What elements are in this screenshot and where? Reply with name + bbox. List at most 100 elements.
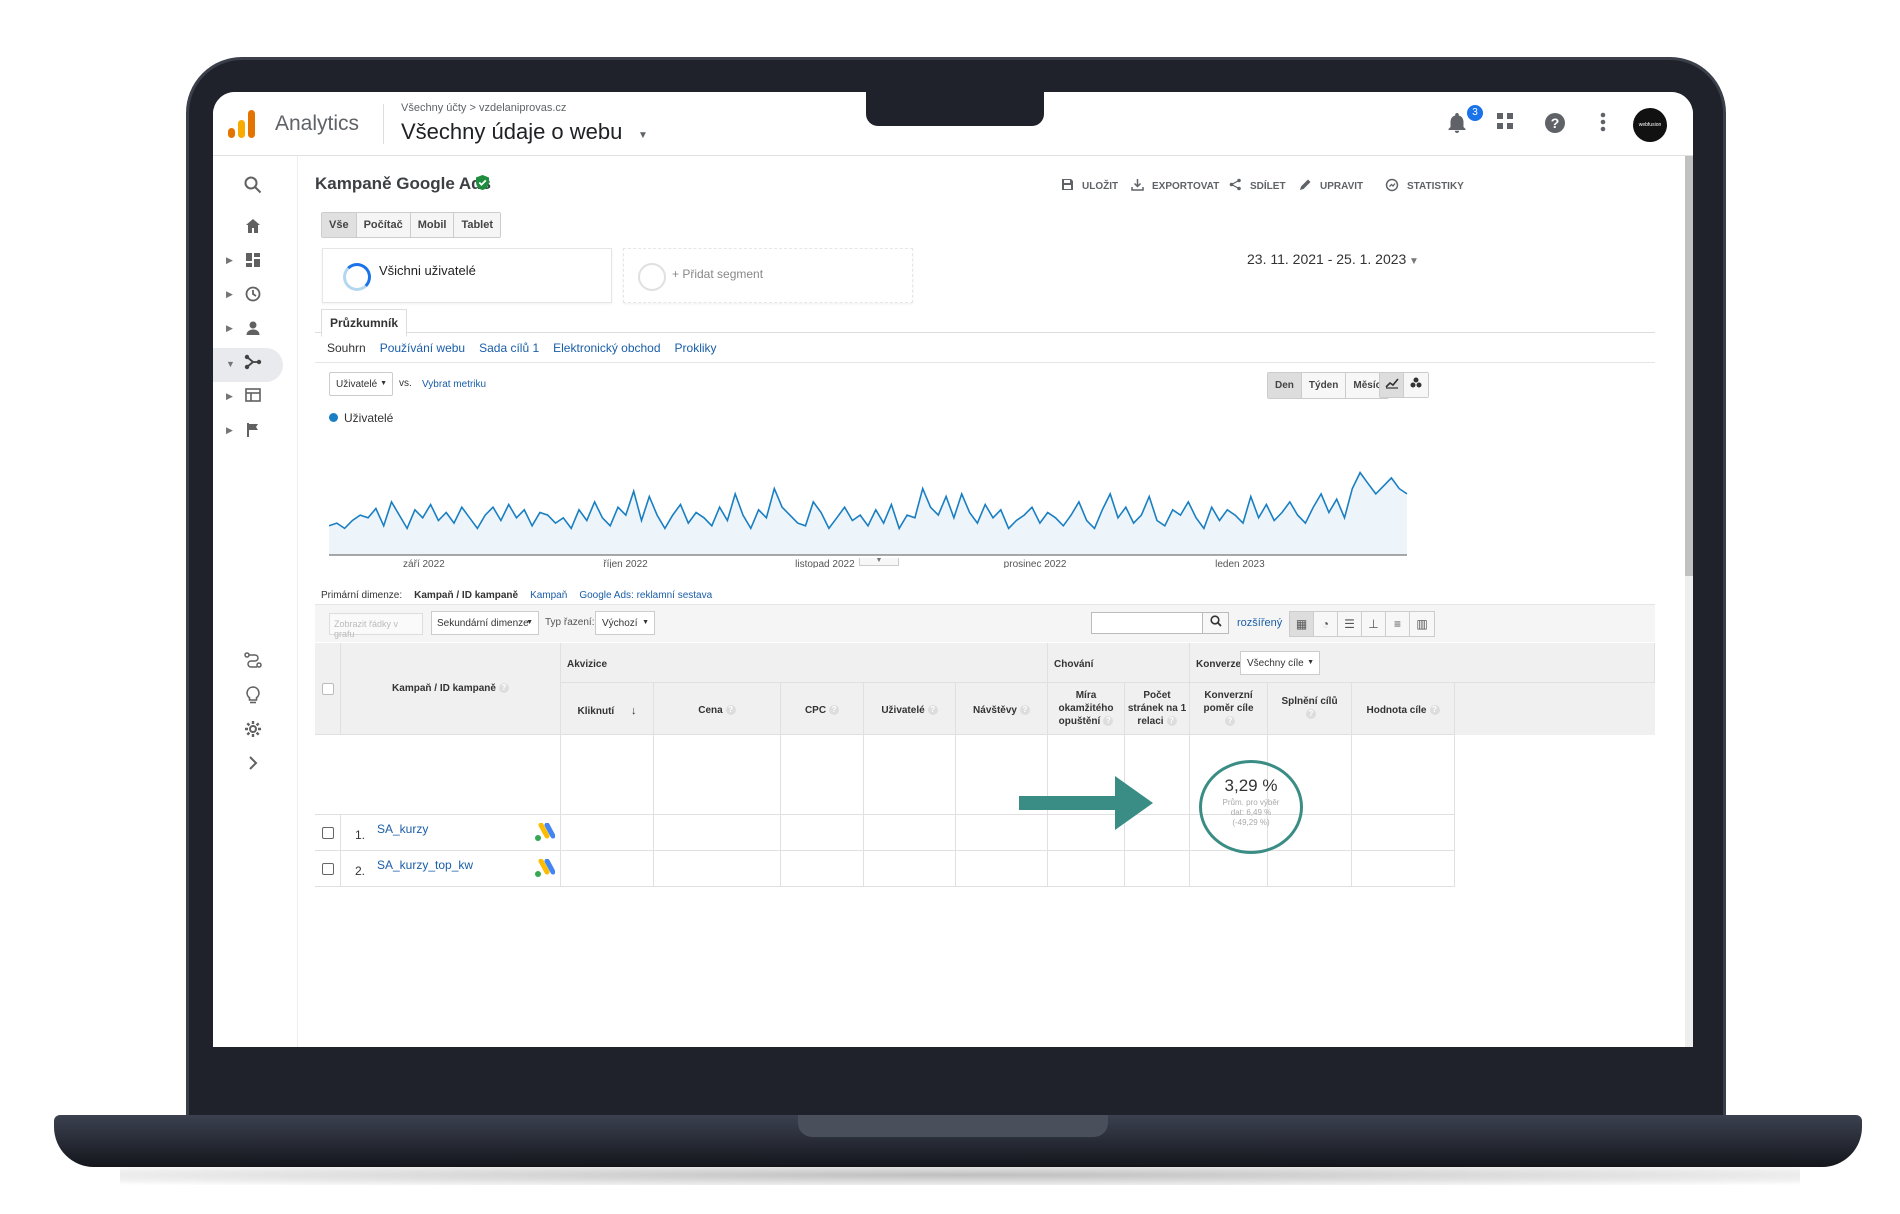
col-sessions-header[interactable]: Návštěvy? — [956, 683, 1048, 735]
add-segment-button[interactable]: + Přidat segment — [623, 248, 913, 303]
sort-type-select[interactable]: Výchozí ▼ — [595, 611, 655, 635]
subtab-clicks[interactable]: Prokliky — [675, 341, 717, 355]
performance-view-icon[interactable]: ☰ — [1338, 612, 1362, 636]
add-segment-label: + Přidat segment — [672, 267, 764, 281]
pivot-view-icon[interactable]: ▥ — [1410, 612, 1434, 636]
edit-button[interactable]: UPRAVIT — [1299, 178, 1363, 194]
comparison-view-icon[interactable]: ⊥ — [1362, 612, 1386, 636]
header-select-all[interactable] — [315, 643, 341, 735]
tab-explorer[interactable]: Průzkumník — [321, 309, 408, 337]
subtab-ecommerce[interactable]: Elektronický obchod — [553, 341, 660, 355]
help-icon[interactable]: ? — [1429, 705, 1440, 716]
caret-right-icon: ▶ — [226, 289, 233, 299]
campaign-link[interactable]: SA_kurzy_top_kw — [377, 858, 473, 872]
device-tab-tablet[interactable]: Tablet — [454, 213, 501, 237]
device-tab-mobile[interactable]: Mobil — [410, 213, 455, 237]
advanced-filter-link[interactable]: rozšířený — [1237, 617, 1282, 629]
sort-down-arrow-icon[interactable]: ↓ — [631, 705, 637, 717]
export-button[interactable]: EXPORTOVAT — [1131, 178, 1219, 194]
help-icon[interactable]: ? — [1543, 112, 1567, 136]
help-icon[interactable]: ? — [927, 705, 938, 716]
avatar[interactable]: webfusion — [1633, 108, 1667, 142]
segment-all-users[interactable]: Všichni uživatelé — [322, 248, 612, 303]
primary-dimension-ad-group[interactable]: Google Ads: reklamní sestava — [579, 590, 712, 601]
goal-select[interactable]: Všechny cíle ▼ — [1240, 651, 1320, 675]
subtab-site-usage[interactable]: Používání webu — [380, 341, 465, 355]
help-icon[interactable]: ? — [1306, 709, 1316, 720]
analytics-logo[interactable] — [228, 110, 256, 138]
primary-dimension-campaign[interactable]: Kampaň — [530, 590, 567, 601]
scrollbar[interactable] — [1685, 156, 1693, 1047]
col-users-header[interactable]: Uživatelé? — [864, 683, 956, 735]
help-icon[interactable]: ? — [1103, 716, 1114, 727]
rail-behavior[interactable]: ▶ — [213, 382, 298, 416]
table-view-icon[interactable]: ▦ — [1290, 612, 1314, 636]
rail-expand[interactable] — [213, 750, 298, 784]
breadcrumb[interactable]: Všechny účty > vzdelaniprovas.cz — [401, 102, 566, 114]
save-button[interactable]: ULOŽIT — [1061, 178, 1118, 194]
device-tab-all[interactable]: Vše — [322, 213, 357, 237]
rail-search[interactable] — [213, 170, 298, 204]
secondary-dimension-select[interactable]: Sekundární dimenze ▼ — [431, 611, 539, 635]
plot-rows-button[interactable]: Zobrazit řádky v grafu — [329, 613, 423, 639]
select-all-checkbox[interactable] — [322, 683, 334, 695]
pie-view-icon[interactable]: ◔ — [1314, 612, 1338, 636]
col-goal-value-header[interactable]: Hodnota cíle? — [1352, 683, 1455, 735]
rail-customization[interactable]: ▶ — [213, 246, 298, 280]
rail-attribution[interactable] — [213, 646, 298, 680]
line-chart-icon[interactable] — [1380, 373, 1404, 397]
insights-button[interactable]: STATISTIKY — [1385, 178, 1464, 195]
breadcrumb-account[interactable]: Všechny účty — [401, 102, 466, 114]
rail-home[interactable] — [213, 212, 298, 246]
date-range-picker[interactable]: 23. 11. 2021 - 25. 1. 2023 — [1247, 251, 1406, 267]
row-checkbox[interactable] — [322, 863, 334, 875]
more-vert-icon[interactable] — [1591, 112, 1615, 136]
motion-chart-icon[interactable] — [1404, 373, 1428, 397]
rail-audience[interactable]: ▶ — [213, 314, 298, 348]
col-pages-header[interactable]: Počet stránek na 1 relaci? — [1125, 683, 1190, 735]
subtab-goal-set-1[interactable]: Sada cílů 1 — [479, 341, 539, 355]
device-tab-desktop[interactable]: Počítač — [356, 213, 411, 237]
rail-admin[interactable] — [213, 714, 298, 748]
campaign-link[interactable]: SA_kurzy — [377, 822, 428, 836]
col-campaign-header[interactable]: Kampaň / ID kampaně? — [341, 643, 561, 735]
choose-metric-link[interactable]: Vybrat metriku — [422, 379, 486, 390]
term-cloud-icon[interactable]: ≡ — [1386, 612, 1410, 636]
rail-conversions[interactable]: ▶ — [213, 416, 298, 450]
users-line-chart[interactable]: září 2022 říjen 2022 listopad 2022 prosinec… — [329, 456, 1409, 568]
breadcrumb-property[interactable]: vzdelaniprovas.cz — [479, 102, 566, 114]
row-checkbox[interactable] — [322, 827, 334, 839]
period-day-button[interactable]: Den — [1268, 373, 1302, 398]
help-icon[interactable]: ? — [829, 705, 840, 716]
caret-down-icon[interactable]: ▼ — [1409, 256, 1419, 267]
notifications-bell-icon[interactable] — [1445, 112, 1469, 136]
apps-grid-icon[interactable] — [1493, 112, 1517, 136]
rail-acquisition[interactable]: ▼ — [213, 348, 283, 382]
col-bounce-header[interactable]: Míra okamžitého opuštění? — [1048, 683, 1125, 735]
rail-realtime[interactable]: ▶ — [213, 280, 298, 314]
primary-dimension-campaign-id[interactable]: Kampaň / ID kampaně — [414, 590, 518, 601]
share-button[interactable]: SDÍLET — [1229, 178, 1286, 194]
col-conv-rate-header[interactable]: Konverzní poměr cíle ? — [1190, 683, 1268, 735]
help-icon[interactable]: ? — [725, 705, 736, 716]
chart-resize-handle[interactable]: ▼ — [859, 557, 899, 566]
help-icon[interactable]: ? — [1225, 716, 1235, 727]
camera-notch — [866, 92, 1044, 126]
help-icon[interactable]: ? — [1166, 716, 1177, 727]
caret-down-icon[interactable]: ▼ — [638, 130, 648, 141]
col-cost-header[interactable]: Cena? — [654, 683, 781, 735]
metric-select[interactable]: Uživatelé ▼ — [329, 372, 393, 396]
col-completions-header[interactable]: Splnění cílů ? — [1268, 683, 1352, 735]
subtab-summary[interactable]: Souhrn — [327, 341, 366, 355]
app-name[interactable]: Analytics — [275, 112, 359, 136]
scrollbar-thumb[interactable] — [1685, 156, 1693, 576]
col-clicks-header[interactable]: Kliknutí ↓ — [561, 683, 654, 735]
help-icon[interactable]: ? — [1019, 705, 1030, 716]
period-week-button[interactable]: Týden — [1301, 373, 1347, 398]
rail-discover[interactable] — [213, 680, 298, 714]
help-icon[interactable]: ? — [498, 683, 509, 694]
col-cpc-header[interactable]: CPC? — [781, 683, 864, 735]
search-icon[interactable] — [1203, 612, 1229, 634]
view-selector[interactable]: Všechny údaje o webu — [401, 119, 622, 145]
table-search-input[interactable] — [1091, 612, 1203, 634]
